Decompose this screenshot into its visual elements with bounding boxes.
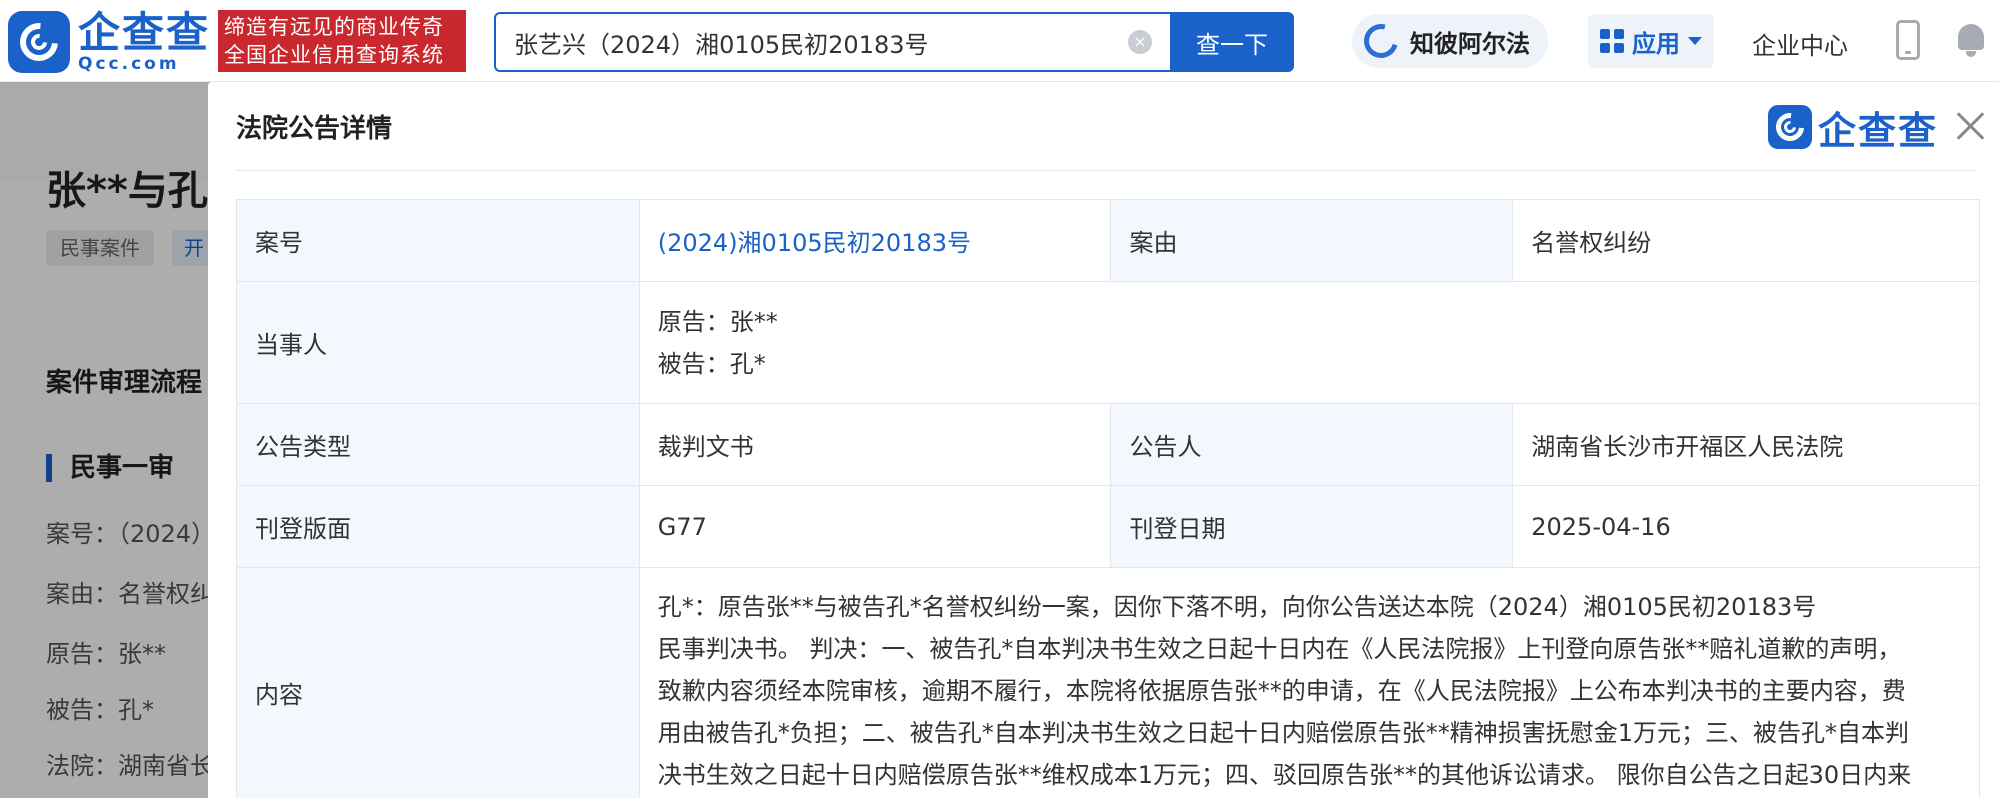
apps-label: 应用 (1632, 29, 1680, 58)
table-row: 内容 孔*：原告张**与被告孔*名誉权纠纷一案，因你下落不明，向你公告送达本院（… (236, 567, 1981, 798)
zhibi-logo-icon (1357, 17, 1405, 65)
announcer-value: 湖南省长沙市开福区人民法院 (1512, 403, 1980, 486)
grid-icon (1600, 29, 1624, 53)
date-value: 2025-04-16 (1512, 485, 1980, 568)
modal-logo: 企查查 (1768, 104, 1938, 153)
bell-icon[interactable] (1956, 20, 1990, 58)
content-line: 致歉内容须经本院审核，逾期不履行，本院将依据原告张**的申请，在《人民法院报》上… (657, 677, 1906, 705)
parties-value: 原告：张** 被告：孔* (638, 281, 1981, 404)
content-label: 内容 (236, 567, 640, 798)
content-line: 决书生效之日起十日内赔偿原告张**维权成本1万元；四、驳回原告张**的其他诉讼请… (657, 761, 1912, 789)
page-label: 刊登版面 (236, 485, 640, 568)
plaintiff-value: 原告：张** (657, 307, 778, 336)
zhibi-label: 知彼阿尔法 (1410, 29, 1530, 58)
table-row: 公告类型 裁判文书 公告人 湖南省长沙市开福区人民法院 (236, 403, 1980, 486)
logo-en: Qcc.com (78, 53, 180, 74)
logo-icon (8, 11, 70, 73)
top-header: 企查查 Qcc.com 缔造有远见的商业传奇 全国企业信用查询系统 × 查一下 … (0, 0, 1999, 82)
notice-detail-table: 案号 (2024)湘0105民初20183号 案由 名誉权纠纷 当事人 原告：张… (236, 199, 1981, 798)
defendant-value: 被告：孔* (657, 349, 766, 378)
court-notice-modal: 法院公告详情 企查查 案号 (2024)湘0105民初20183号 案由 名誉权… (208, 82, 1999, 798)
content-line: 民事判决书。 判决：一、被告孔*自本判决书生效之日起十日内在《人民法院报》上刊登… (657, 635, 1902, 663)
announcer-label: 公告人 (1110, 403, 1514, 486)
type-value: 裁判文书 (638, 403, 1112, 486)
content-line: 孔*：原告张**与被告孔*名誉权纠纷一案，因你下落不明，向你公告送达本院（202… (657, 593, 1817, 621)
slogan-line1: 缔造有远见的商业传奇 (224, 15, 444, 39)
chevron-down-icon (1688, 37, 1702, 45)
zhibi-alpha-button[interactable]: 知彼阿尔法 (1352, 14, 1548, 68)
modal-title: 法院公告详情 (236, 114, 393, 144)
logo-text: 企查查 Qcc.com (78, 7, 211, 74)
apps-menu-button[interactable]: 应用 (1588, 14, 1714, 68)
logo-icon (1768, 105, 1812, 149)
site-logo[interactable]: 企查查 Qcc.com (8, 10, 210, 74)
modal-logo-text: 企查查 (1818, 108, 1939, 153)
modal-divider (236, 170, 1976, 171)
cause-value: 名誉权纠纷 (1512, 199, 1980, 282)
slogan-line2: 全国企业信用查询系统 (224, 43, 444, 67)
enterprise-center-link[interactable]: 企业中心 (1752, 26, 1848, 61)
close-icon[interactable] (1952, 108, 1988, 144)
content-value: 孔*：原告张**与被告孔*名誉权纠纷一案，因你下落不明，向你公告送达本院（202… (638, 567, 1981, 798)
search-box: × (494, 12, 1170, 72)
case-no-label: 案号 (236, 199, 640, 282)
table-row: 案号 (2024)湘0105民初20183号 案由 名誉权纠纷 (236, 199, 1980, 282)
search-button[interactable]: 查一下 (1170, 12, 1294, 72)
slogan-banner: 缔造有远见的商业传奇 全国企业信用查询系统 (218, 10, 466, 72)
search-input[interactable] (514, 28, 1094, 56)
cause-label: 案由 (1110, 199, 1514, 282)
table-row: 刊登版面 G77 刊登日期 2025-04-16 (236, 485, 1980, 568)
content-line: 用由被告孔*负担；二、被告孔*自本判决书生效之日起十日内赔偿原告张**精神损害抚… (657, 719, 1910, 747)
page-value: G77 (638, 485, 1112, 568)
table-row: 当事人 原告：张** 被告：孔* (236, 281, 1981, 404)
phone-icon[interactable] (1896, 20, 1920, 60)
parties-label: 当事人 (236, 281, 640, 404)
logo-cn: 企查查 (78, 7, 211, 57)
case-no-link[interactable]: (2024)湘0105民初20183号 (638, 199, 1112, 282)
date-label: 刊登日期 (1110, 485, 1514, 568)
clear-icon[interactable]: × (1128, 30, 1152, 54)
type-label: 公告类型 (236, 403, 640, 486)
